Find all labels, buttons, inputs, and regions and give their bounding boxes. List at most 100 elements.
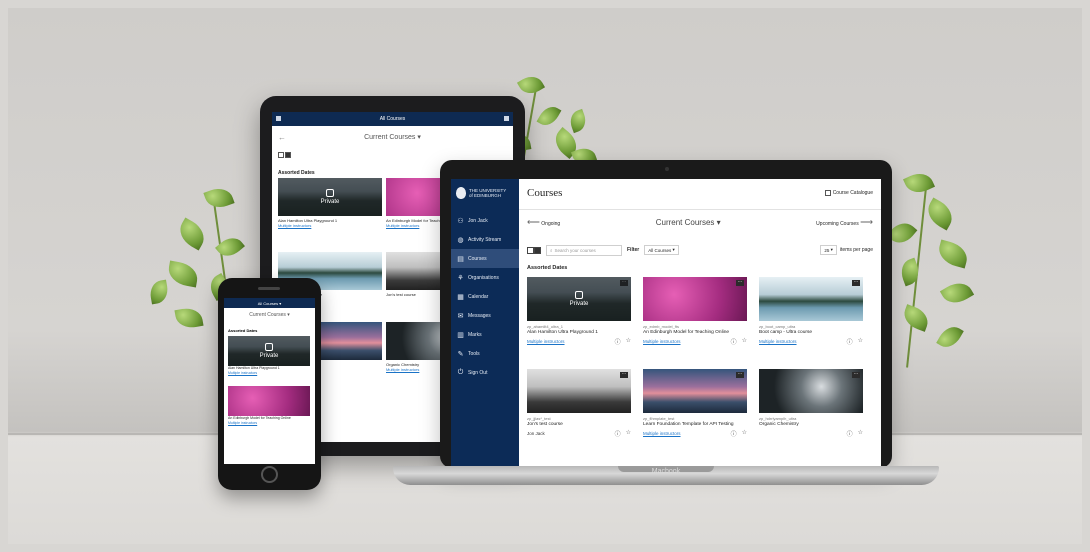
info-icon[interactable]: ⓘ	[615, 337, 621, 346]
instructors-link[interactable]: Multiple instructors	[527, 339, 565, 344]
user-icon: ⚇	[457, 217, 464, 225]
course-name[interactable]: An Edinburgh Model for Teaching Online	[643, 330, 747, 336]
phone-heading-label[interactable]: Current Courses	[249, 312, 286, 318]
course-card[interactable]: ···Private zp_ahamilt4_ultra_1Alan Hamilt…	[527, 277, 631, 346]
info-icon[interactable]: ⓘ	[847, 429, 853, 438]
instructors-link[interactable]: Multiple instructors	[228, 371, 310, 375]
grid-view-icon	[534, 246, 541, 254]
sidebar-item-label: Organisations	[468, 274, 499, 281]
home-button[interactable]	[261, 466, 278, 483]
tablet-topbar-title[interactable]: All Courses	[380, 116, 406, 122]
info-icon[interactable]: ⓘ	[731, 337, 737, 346]
sidebar-item-label: Tools	[468, 350, 480, 357]
back-arrow-icon[interactable]: ←	[278, 133, 286, 142]
instructors-link[interactable]: Multiple instructors	[759, 339, 797, 344]
phone-course-card[interactable]: Private Alan Hamilton Ultra Playground 1M…	[228, 336, 310, 375]
course-image[interactable]: ···	[643, 369, 747, 413]
more-options-icon[interactable]: ···	[852, 280, 860, 286]
more-options-icon[interactable]: ···	[736, 280, 744, 286]
globe-icon: ◍	[457, 236, 464, 244]
tablet-course-card[interactable]: Private Alan Hamilton Ultra Playground 1M…	[278, 178, 382, 246]
menu-icon[interactable]	[276, 116, 281, 121]
course-name[interactable]: Jon's test course	[527, 422, 631, 428]
tools-icon: ✎	[457, 350, 464, 358]
course-card[interactable]: ··· zp_jjlas*_test Jon's test course Jon Ja…	[527, 369, 631, 438]
messages-icon: ✉	[457, 312, 464, 320]
instructors-link[interactable]: Multiple instructors	[643, 339, 681, 344]
instructors-link[interactable]: Multiple instructors	[228, 421, 310, 425]
grid-icon[interactable]	[504, 116, 509, 121]
star-icon[interactable]: ☆	[858, 429, 863, 438]
more-options-icon[interactable]: ···	[736, 372, 744, 378]
sidebar-item[interactable]: ✎ Tools	[451, 344, 519, 363]
page-title: Courses	[527, 187, 563, 199]
course-image[interactable]: Private	[278, 178, 382, 216]
course-image[interactable]: ···	[527, 369, 631, 413]
current-term-dropdown[interactable]: Current Courses ▾	[656, 218, 721, 227]
sidebar-item[interactable]: ▤ Courses	[451, 249, 519, 268]
sidebar-item[interactable]: ✉ Messages	[451, 306, 519, 325]
sidebar-item[interactable]: ▦ Calendar	[451, 287, 519, 306]
course-image[interactable]: ···Private	[527, 277, 631, 321]
phone-heading: Current Courses ▾	[249, 312, 290, 318]
filter-row: ⌕ Search your courses Filter All Courses…	[527, 243, 873, 257]
lock-icon	[265, 343, 273, 351]
sidebar-item[interactable]: ⚇ Jon Jack	[451, 211, 519, 230]
search-input[interactable]: ⌕ Search your courses	[546, 244, 622, 256]
info-icon[interactable]: ⓘ	[847, 337, 853, 346]
instructors-link[interactable]: Multiple instructors	[643, 431, 681, 436]
instructors-link[interactable]: Multiple instructors	[278, 223, 382, 228]
sidebar-item[interactable]: ⚘ Organisations	[451, 268, 519, 287]
instructors-link[interactable]: Jon Jack	[527, 431, 545, 436]
info-icon[interactable]: ⓘ	[731, 429, 737, 438]
sidebar-item-label: Messages	[468, 312, 491, 319]
course-image[interactable]	[228, 386, 310, 416]
info-icon[interactable]: ⓘ	[615, 429, 621, 438]
course-catalogue-label: Course Catalogue	[832, 190, 873, 196]
per-page-label: items per page	[839, 247, 873, 253]
course-card[interactable]: ··· zp_flhmplate_test Learn Foundation Tem…	[643, 369, 747, 438]
course-name[interactable]: Organic Chemistry	[759, 422, 863, 428]
course-name[interactable]: Boot camp - Ultra course	[759, 330, 863, 336]
phone-course-card[interactable]: An Edinburgh Model for Teaching Online Mu…	[228, 386, 310, 425]
course-name[interactable]: Learn Foundation Template for API Testin…	[643, 422, 747, 428]
sidebar-item[interactable]: ◍ Activity Stream	[451, 230, 519, 249]
course-meta: Multiple instructors ⓘ ☆	[759, 337, 863, 346]
chevron-down-icon[interactable]: ▾	[415, 133, 421, 141]
previous-term-link[interactable]: ⟵ Ongoing	[527, 217, 560, 228]
next-term-link[interactable]: Upcoming Courses ⟶	[816, 217, 873, 228]
course-name[interactable]: Alan Hamilton Ultra Playground 1	[527, 330, 631, 336]
tablet-heading-label[interactable]: Current Courses	[364, 134, 415, 141]
course-image[interactable]: ···	[759, 277, 863, 321]
phone-topbar-title[interactable]: All Courses	[258, 301, 278, 306]
tablet-topbar: All Courses	[272, 112, 513, 126]
course-image[interactable]: ···	[759, 369, 863, 413]
arrow-right-icon: ⟶	[860, 216, 873, 227]
tablet-view-toggle[interactable]	[278, 152, 291, 158]
filter-select[interactable]: All Courses ▾	[644, 245, 679, 255]
laptop-base: Macbook	[393, 466, 939, 485]
star-icon[interactable]: ☆	[626, 429, 631, 438]
course-name[interactable]: Alan Hamilton Ultra Playground 1	[278, 216, 382, 223]
phone-topbar: All Courses ▾	[224, 298, 315, 308]
star-icon[interactable]: ☆	[626, 337, 631, 346]
more-options-icon[interactable]: ···	[852, 372, 860, 378]
view-toggle[interactable]	[527, 246, 541, 254]
star-icon[interactable]: ☆	[742, 337, 747, 346]
course-actions: ⓘ ☆	[615, 337, 631, 346]
star-icon[interactable]: ☆	[858, 337, 863, 346]
course-card[interactable]: ··· zp_hdrrlyamplh_ultra Organic Chemistry…	[759, 369, 863, 438]
course-card[interactable]: ··· zp_edmb_model_fts An Edinburgh Model f…	[643, 277, 747, 346]
marks-icon: ▥	[457, 331, 464, 339]
more-options-icon[interactable]: ···	[620, 372, 628, 378]
course-card[interactable]: ··· zp_boot_camp_ultra Boot camp - Ultra c…	[759, 277, 863, 346]
university-logo[interactable]: THE UNIVERSITY of EDINBURGH	[451, 187, 519, 211]
course-image[interactable]: Private	[228, 336, 310, 366]
star-icon[interactable]: ☆	[742, 429, 747, 438]
course-meta: Multiple instructors ⓘ ☆	[643, 429, 747, 438]
sidebar-item[interactable]: ▥ Marks	[451, 325, 519, 344]
per-page-select[interactable]: 25 ▾	[820, 245, 837, 255]
course-catalogue-link[interactable]: Course Catalogue	[824, 190, 873, 196]
course-image[interactable]: ···	[643, 277, 747, 321]
sidebar-item[interactable]: ⏻ Sign Out	[451, 363, 519, 382]
